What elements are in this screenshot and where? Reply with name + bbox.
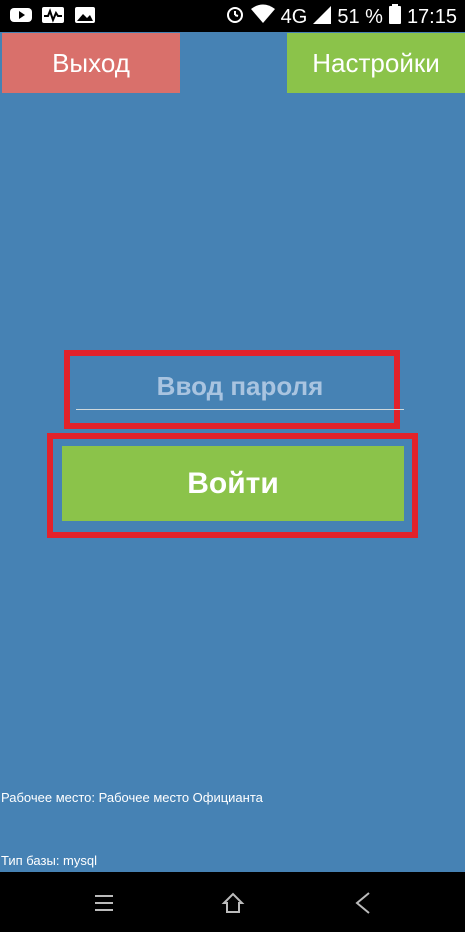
- activity-icon: [42, 6, 64, 24]
- wifi-icon: [250, 4, 275, 30]
- status-bar: 4G 51 % 17:15: [0, 0, 465, 32]
- menu-icon[interactable]: [89, 888, 119, 918]
- settings-button[interactable]: Настройки: [287, 33, 465, 93]
- image-icon: [74, 6, 96, 24]
- navigation-bar: [0, 872, 465, 932]
- system-status: 4G 51 % 17:15: [225, 4, 457, 30]
- battery-icon: [388, 4, 401, 30]
- alarm-icon: [225, 4, 245, 30]
- back-icon[interactable]: [348, 888, 378, 918]
- battery-level: 51 %: [337, 6, 383, 28]
- db-type-info: Тип базы: mysql: [1, 853, 97, 868]
- home-icon[interactable]: [218, 888, 248, 918]
- exit-button[interactable]: Выход: [2, 33, 180, 93]
- workplace-info: Рабочее место: Рабочее место Официанта: [1, 790, 263, 805]
- signal-icon: [313, 4, 332, 30]
- network-type: 4G: [280, 6, 308, 28]
- app-screen: 4G 51 % 17:15 Выход Настройки Ввод парол…: [0, 0, 465, 932]
- login-button[interactable]: Войти: [62, 446, 404, 521]
- clock: 17:15: [406, 6, 457, 28]
- notification-icons: [10, 6, 96, 24]
- password-input[interactable]: Ввод пароля: [76, 364, 404, 410]
- youtube-icon: [10, 6, 32, 24]
